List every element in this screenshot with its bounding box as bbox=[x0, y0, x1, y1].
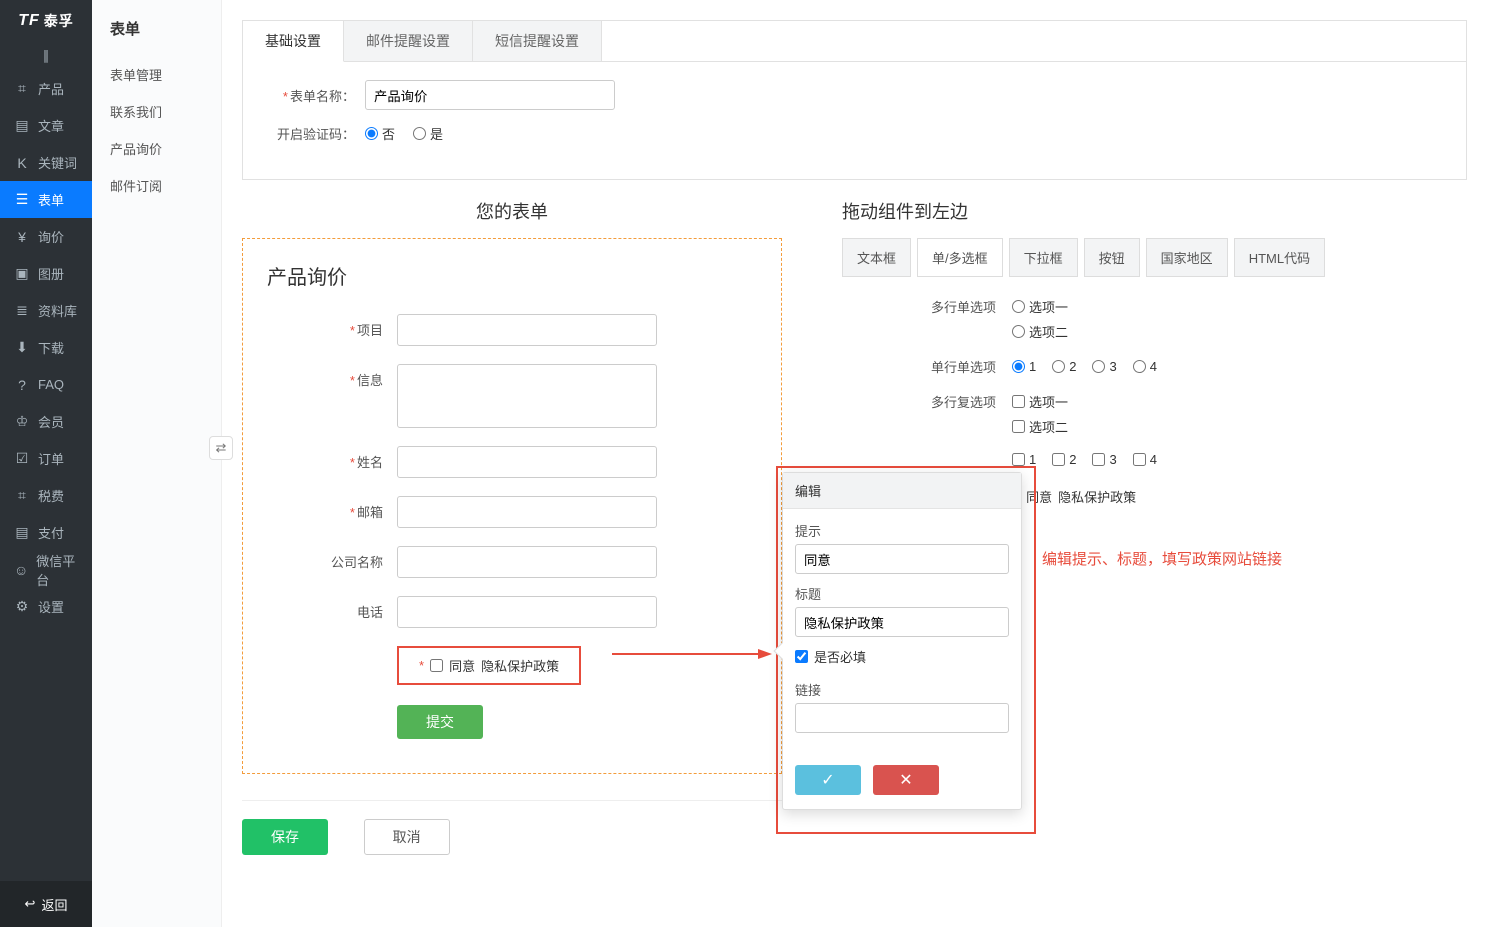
close-icon: ✕ bbox=[899, 772, 912, 789]
nav-item-download[interactable]: ⬇下载 bbox=[0, 329, 92, 366]
tab-email[interactable]: 邮件提醒设置 bbox=[344, 21, 473, 61]
widget-heading: 拖动组件到左边 bbox=[842, 198, 1467, 224]
captcha-yes-radio[interactable] bbox=[413, 127, 426, 140]
nav-item-keyword[interactable]: K关键词 bbox=[0, 144, 92, 181]
nav-item-order[interactable]: ☑订单 bbox=[0, 440, 92, 477]
left-nav: TF 泰孚 ∥ ⌗产品 ▤文章 K关键词 ☰表单 ¥询价 ▣图册 ≣资料库 ⬇下… bbox=[0, 0, 92, 927]
submit-button[interactable]: 提交 bbox=[397, 705, 483, 739]
nav-item-pay[interactable]: ▤支付 bbox=[0, 514, 92, 551]
popup-title-label: 标题 bbox=[795, 584, 1009, 603]
field-email-input[interactable] bbox=[397, 496, 657, 528]
nav-collapse-icon[interactable]: ∥ bbox=[0, 42, 92, 70]
popup-hint-input[interactable] bbox=[795, 544, 1009, 574]
widget-multi-radio[interactable]: 多行单选项 选项一 选项二 bbox=[842, 297, 1467, 341]
privacy-field-highlight[interactable]: * 同意 隐私保护政策 bbox=[397, 646, 581, 685]
field-phone-input[interactable] bbox=[397, 596, 657, 628]
nav-item-gallery[interactable]: ▣图册 bbox=[0, 255, 92, 292]
widget-tab-choice[interactable]: 单/多选框 bbox=[917, 238, 1003, 277]
popup-required-checkbox[interactable] bbox=[795, 650, 808, 663]
doc-icon: ▤ bbox=[14, 117, 30, 134]
gear-icon: ⚙ bbox=[14, 598, 30, 615]
k-icon: K bbox=[14, 155, 30, 171]
form-name-label: *表单名称： bbox=[265, 86, 355, 105]
check-icon: ✓ bbox=[821, 772, 834, 789]
form-name-input[interactable] bbox=[365, 80, 615, 110]
nav-item-form[interactable]: ☰表单 bbox=[0, 181, 92, 218]
widget-agree-privacy[interactable]: * 同意 隐私保护政策 bbox=[996, 487, 1467, 506]
nav-item-library[interactable]: ≣资料库 bbox=[0, 292, 92, 329]
popup-title: 编辑 bbox=[783, 473, 1021, 509]
brand-name: 泰孚 bbox=[44, 11, 74, 31]
sub-nav: 表单 表单管理 联系我们 产品询价 邮件订阅 ⇄ bbox=[92, 0, 222, 927]
nav-item-member[interactable]: ♔会员 bbox=[0, 403, 92, 440]
popup-confirm-button[interactable]: ✓ bbox=[795, 765, 861, 795]
back-label: 返回 bbox=[41, 895, 67, 914]
question-icon: ? bbox=[14, 377, 30, 393]
nav-item-product[interactable]: ⌗产品 bbox=[0, 70, 92, 107]
popup-link-input[interactable] bbox=[795, 703, 1009, 733]
library-icon: ≣ bbox=[14, 302, 30, 319]
nav-item-settings[interactable]: ⚙设置 bbox=[0, 588, 92, 625]
edit-popup: 编辑 提示 标题 是否必填 链接 ✓ ✕ bbox=[782, 472, 1022, 810]
nav-item-wechat[interactable]: ☺微信平台 bbox=[0, 551, 92, 588]
field-name-input[interactable] bbox=[397, 446, 657, 478]
field-project-input[interactable] bbox=[397, 314, 657, 346]
sub-nav-item-subscribe[interactable]: 邮件订阅 bbox=[92, 167, 221, 204]
form-icon: ☰ bbox=[14, 191, 30, 208]
download-icon: ⬇ bbox=[14, 339, 30, 356]
sub-nav-item-manage[interactable]: 表单管理 bbox=[92, 56, 221, 93]
basic-panel: 基础设置 邮件提醒设置 短信提醒设置 *表单名称： 开启验证码： 否 是 bbox=[242, 20, 1467, 180]
form-title: 产品询价 bbox=[267, 261, 757, 290]
tax-icon: ⌗ bbox=[14, 487, 30, 504]
yen-icon: ¥ bbox=[14, 229, 30, 245]
privacy-checkbox[interactable] bbox=[430, 659, 443, 672]
brand-logo: TF 泰孚 bbox=[0, 0, 92, 42]
tab-sms[interactable]: 短信提醒设置 bbox=[473, 21, 602, 61]
widget-single-radio[interactable]: 单行单选项 1 2 3 4 bbox=[842, 357, 1467, 376]
widget-tab-select[interactable]: 下拉框 bbox=[1009, 238, 1078, 277]
widget-tab-html[interactable]: HTML代码 bbox=[1234, 238, 1325, 277]
widget-tab-text[interactable]: 文本框 bbox=[842, 238, 911, 277]
nav-item-article[interactable]: ▤文章 bbox=[0, 107, 92, 144]
popup-title-input[interactable] bbox=[795, 607, 1009, 637]
crown-icon: ♔ bbox=[14, 413, 30, 430]
back-icon: ↩ bbox=[25, 896, 36, 912]
nav-item-tax[interactable]: ⌗税费 bbox=[0, 477, 92, 514]
cancel-button[interactable]: 取消 bbox=[364, 819, 450, 855]
panel-tabs: 基础设置 邮件提醒设置 短信提醒设置 bbox=[243, 21, 1466, 62]
nav-item-inquiry[interactable]: ¥询价 bbox=[0, 218, 92, 255]
tab-basic[interactable]: 基础设置 bbox=[243, 21, 344, 62]
form-canvas[interactable]: 产品询价 *项目 *信息 *姓名 *邮箱 公司名称 电话 * 同意 隐私保护政策… bbox=[242, 238, 782, 774]
widget-tab-country[interactable]: 国家地区 bbox=[1146, 238, 1228, 277]
image-icon: ▣ bbox=[14, 265, 30, 282]
pay-icon: ▤ bbox=[14, 524, 30, 541]
captcha-label: 开启验证码： bbox=[265, 124, 355, 143]
save-button[interactable]: 保存 bbox=[242, 819, 328, 855]
sub-nav-title: 表单 bbox=[92, 0, 221, 56]
brand-tf: TF bbox=[18, 12, 40, 30]
nav-back[interactable]: ↩ 返回 bbox=[0, 881, 92, 927]
check-icon: ☑ bbox=[14, 450, 30, 467]
form-preview-heading: 您的表单 bbox=[242, 198, 782, 224]
field-info-textarea[interactable] bbox=[397, 364, 657, 428]
widget-tab-button[interactable]: 按钮 bbox=[1084, 238, 1140, 277]
widget-single-check[interactable]: 1 2 3 4 bbox=[842, 452, 1467, 467]
divider bbox=[242, 800, 782, 801]
sub-nav-item-contact[interactable]: 联系我们 bbox=[92, 93, 221, 130]
popup-hint-label: 提示 bbox=[795, 521, 1009, 540]
grid-icon: ⌗ bbox=[14, 80, 30, 97]
sub-nav-item-inquiry[interactable]: 产品询价 bbox=[92, 130, 221, 167]
annotation-note: 编辑提示、标题，填写政策网站链接 bbox=[1042, 548, 1467, 569]
form-preview-col: 您的表单 产品询价 *项目 *信息 *姓名 *邮箱 公司名称 电话 * 同意 隐… bbox=[242, 198, 782, 855]
wechat-icon: ☺ bbox=[14, 562, 28, 578]
popup-link-label: 链接 bbox=[795, 680, 1009, 699]
popup-required-label: 是否必填 bbox=[814, 647, 866, 666]
widget-multi-check[interactable]: 多行复选项 选项一 选项二 bbox=[842, 392, 1467, 436]
field-company-input[interactable] bbox=[397, 546, 657, 578]
captcha-no-radio[interactable] bbox=[365, 127, 378, 140]
popup-cancel-button[interactable]: ✕ bbox=[873, 765, 939, 795]
nav-item-faq[interactable]: ?FAQ bbox=[0, 366, 92, 403]
